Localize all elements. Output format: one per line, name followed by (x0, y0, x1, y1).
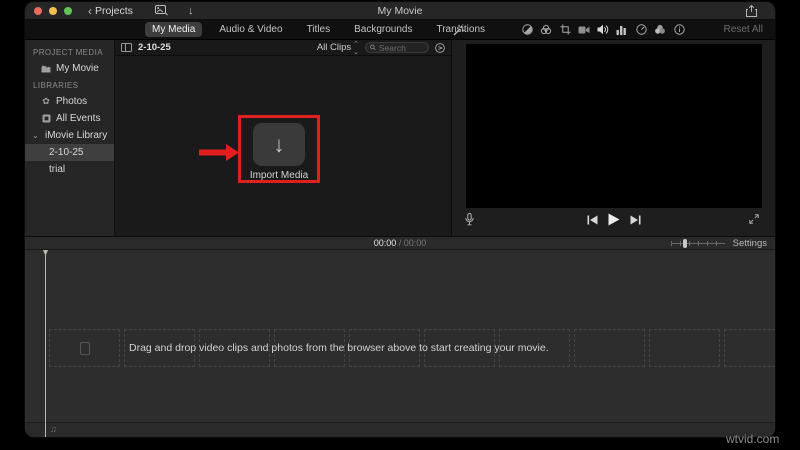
timeline-settings-button[interactable]: Settings (733, 238, 767, 249)
playhead[interactable] (45, 250, 46, 437)
timecode: 00:00 / 00:00 (373, 238, 427, 248)
traffic-lights (34, 6, 72, 15)
media-browser-pane: 2-10-25 All Clips ⌃⌄ ↓ (115, 40, 452, 236)
video-preview (466, 44, 762, 208)
search-input[interactable] (378, 42, 424, 53)
sidebar-item-my-movie[interactable]: My Movie (25, 60, 114, 77)
noise-equalizer-icon[interactable] (616, 24, 628, 36)
all-events-icon (41, 114, 51, 123)
clip-placeholder-box (649, 329, 720, 367)
media-browser-icon[interactable] (154, 5, 168, 16)
enhance-wand-icon[interactable] (453, 24, 465, 36)
fullscreen-icon[interactable] (749, 214, 759, 224)
chevron-updown-icon: ⌃ ⌄ (353, 40, 359, 56)
viewer-controls (452, 208, 775, 236)
sidebar-item-label: iMovie Library (45, 130, 108, 141)
timeline-toolbar-right: Settings (670, 238, 767, 249)
browser-tabs: My Media Audio & Video Titles Background… (145, 22, 492, 37)
search-icon (370, 44, 376, 51)
zoom-window-button[interactable] (64, 6, 72, 15)
media-placeholder-icon (79, 341, 90, 355)
timecode-total: 00:00 (403, 238, 427, 248)
sidebar: PROJECT MEDIA My Movie LIBRARIES ✿ Photo… (25, 40, 115, 236)
volume-icon[interactable] (597, 24, 609, 36)
color-correction-icon[interactable] (540, 24, 552, 36)
window-title: My Movie (377, 4, 423, 17)
tab-bar: My Media Audio & Video Titles Background… (25, 20, 775, 40)
music-note-icon: ♫ (50, 424, 57, 434)
title-bar: ‹ Projects ↓ My Movie (25, 2, 775, 20)
sidebar-item-imovie-library[interactable]: ⌄ iMovie Library (25, 127, 114, 144)
sidebar-item-label: Photos (56, 96, 88, 107)
sidebar-item-photos[interactable]: ✿ Photos (25, 93, 114, 110)
libraries-header: LIBRARIES (33, 81, 79, 90)
timecode-current: 00:00 (373, 238, 397, 248)
audio-lane: ♫ (25, 423, 775, 437)
import-arrow-icon[interactable]: ↓ (188, 5, 194, 17)
viewer-pane (452, 40, 775, 236)
search-field[interactable] (365, 42, 429, 53)
effects-icon[interactable] (654, 24, 666, 36)
timeline-zoom-slider[interactable] (670, 238, 725, 248)
tab-audio-video[interactable]: Audio & Video (212, 22, 289, 37)
sidebar-item-label: All Events (56, 113, 101, 124)
close-window-button[interactable] (34, 6, 42, 15)
clip-filter-icon[interactable] (435, 42, 445, 53)
sidebar-item-trial[interactable]: trial (25, 161, 114, 178)
zoom-slider-thumb[interactable] (682, 238, 687, 248)
projects-back-label: Projects (95, 4, 133, 17)
event-title: 2-10-25 (138, 42, 171, 53)
toggle-sidebar-icon[interactable] (121, 43, 132, 52)
content-row: PROJECT MEDIA My Movie LIBRARIES ✿ Photo… (25, 40, 775, 236)
reset-all-button[interactable]: Reset All (724, 24, 763, 35)
speed-icon[interactable] (635, 24, 647, 36)
clips-filter-dropdown[interactable]: All Clips ⌃ ⌄ (317, 40, 359, 56)
timeline-toolbar: 00:00 / 00:00 Settings (25, 236, 775, 250)
clip-placeholder-box (49, 329, 120, 367)
chevron-down-icon[interactable]: ⌄ (32, 131, 40, 140)
clapperboard-icon (41, 65, 51, 73)
desktop-background: ‹ Projects ↓ My Movie My Media Audio & V… (0, 0, 800, 450)
media-browser-header: 2-10-25 All Clips ⌃ ⌄ (115, 40, 451, 56)
adjustment-toolbar (521, 24, 685, 36)
transport-controls (452, 213, 775, 226)
crop-icon[interactable] (559, 24, 571, 36)
clip-info-icon[interactable] (673, 24, 685, 36)
photos-flower-icon: ✿ (42, 96, 50, 106)
clip-placeholder-box (574, 329, 645, 367)
sidebar-item-event-2-10-25[interactable]: 2-10-25 (25, 144, 114, 161)
annotation-red-arrow (199, 144, 239, 161)
play-icon[interactable] (608, 213, 620, 226)
sidebar-item-all-events[interactable]: All Events (25, 110, 114, 127)
skip-forward-icon[interactable] (630, 215, 641, 225)
projects-back-button[interactable]: ‹ Projects (88, 5, 133, 17)
tab-backgrounds[interactable]: Backgrounds (347, 22, 419, 37)
share-icon[interactable] (746, 5, 757, 17)
skip-back-icon[interactable] (587, 215, 598, 225)
watermark: wtvid.com (726, 432, 780, 446)
chevron-left-icon: ‹ (88, 3, 92, 18)
timeline-pane[interactable]: Drag and drop video clips and photos fro… (25, 250, 775, 437)
tab-my-media[interactable]: My Media (145, 22, 203, 37)
sidebar-item-label: My Movie (56, 63, 99, 74)
minimize-window-button[interactable] (49, 6, 57, 15)
project-media-header: PROJECT MEDIA (33, 48, 103, 57)
timeline-drop-message: Drag and drop video clips and photos fro… (129, 342, 549, 354)
imovie-window: ‹ Projects ↓ My Movie My Media Audio & V… (25, 2, 775, 437)
stabilization-icon[interactable] (578, 24, 590, 36)
tab-titles[interactable]: Titles (300, 22, 338, 37)
clip-placeholder-box (724, 329, 775, 367)
annotation-red-rectangle (238, 115, 320, 183)
clips-filter-label: All Clips (316, 42, 352, 53)
color-balance-icon[interactable] (521, 24, 533, 36)
